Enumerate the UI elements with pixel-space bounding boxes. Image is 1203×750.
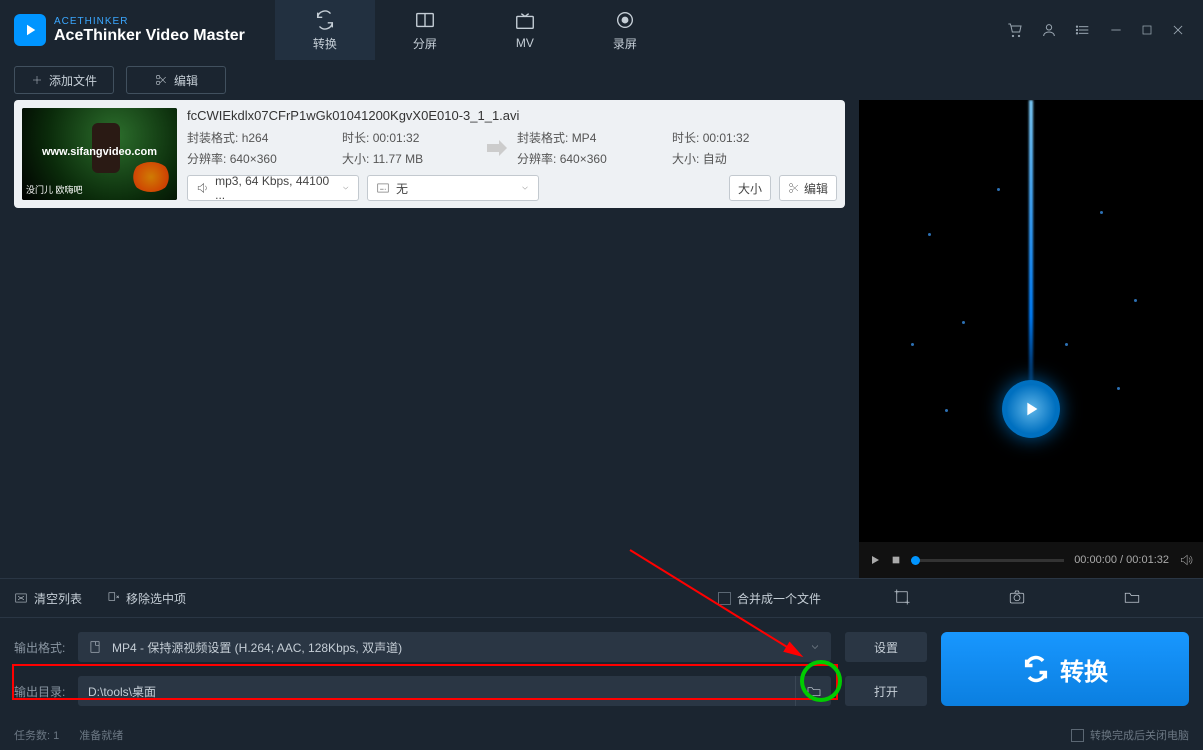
stop-button[interactable] — [891, 555, 901, 565]
mv-icon — [514, 10, 536, 32]
add-file-button[interactable]: 添加文件 — [14, 66, 114, 94]
open-folder-button[interactable] — [1123, 588, 1141, 609]
record-icon — [614, 9, 636, 31]
scissors-icon — [788, 182, 800, 194]
remove-selected-button[interactable]: 移除选中项 — [106, 590, 186, 607]
player-controls: 00:00:00 / 00:01:32 — [859, 542, 1203, 578]
tab-mv[interactable]: MV — [475, 0, 575, 60]
toolbar: 添加文件 编辑 — [0, 60, 1203, 100]
clear-list-button[interactable]: 清空列表 — [14, 590, 82, 607]
titlebar: ACETHINKER AceThinker Video Master 转换 分屏… — [0, 0, 1203, 60]
window-controls — [1007, 22, 1203, 38]
status-bar: 任务数: 1 准备就绪 转换完成后关闭电脑 — [0, 720, 1203, 750]
list-actions-bar: 清空列表 移除选中项 合并成一个文件 — [0, 578, 1203, 618]
output-dir-label: 输出目录: — [14, 683, 68, 700]
settings-button[interactable]: 设置 — [845, 632, 927, 662]
file-list: www.sifangvideo.com 没门儿 欧嗨吧 fcCWIEkdlx07… — [0, 100, 859, 578]
browse-folder-button[interactable] — [795, 676, 831, 706]
tab-record[interactable]: 录屏 — [575, 0, 675, 60]
item-edit-button[interactable]: 编辑 — [779, 175, 837, 201]
tab-split[interactable]: 分屏 — [375, 0, 475, 60]
preview-panel: 00:00:00 / 00:01:32 — [859, 100, 1203, 578]
snapshot-button[interactable] — [1008, 588, 1026, 609]
account-icon[interactable] — [1041, 22, 1057, 38]
output-dir-input[interactable]: D:\tools\桌面 — [78, 676, 831, 706]
arrow-right-icon — [485, 138, 509, 158]
progress-slider[interactable] — [911, 559, 1064, 562]
volume-button[interactable] — [1179, 553, 1193, 567]
play-orb-icon — [1002, 380, 1060, 438]
shutdown-label: 转换完成后关闭电脑 — [1090, 727, 1189, 743]
task-count-label: 任务数: 1 — [14, 727, 59, 743]
crop-tool-button[interactable] — [893, 588, 911, 609]
folder-icon — [806, 683, 822, 699]
open-output-button[interactable]: 打开 — [845, 676, 927, 706]
cart-icon[interactable] — [1007, 22, 1023, 38]
chevron-down-icon — [520, 183, 530, 193]
file-info-grid: 封装格式: h264 时长: 00:01:32 封装格式: MP4 时长: 00… — [187, 129, 837, 167]
merge-checkbox[interactable] — [718, 592, 731, 605]
shutdown-checkbox[interactable] — [1071, 729, 1084, 742]
thumbnail-watermark: www.sifangvideo.com — [22, 146, 177, 158]
brand-subtitle: ACETHINKER — [54, 16, 245, 27]
merge-label: 合并成一个文件 — [737, 590, 821, 607]
preview-tools — [845, 588, 1189, 609]
brand-title: AceThinker Video Master — [54, 27, 245, 45]
play-button[interactable] — [869, 554, 881, 566]
edit-button[interactable]: 编辑 — [126, 66, 226, 94]
audio-track-select[interactable]: mp3, 64 Kbps, 44100 ... — [187, 175, 359, 201]
file-name: fcCWIEkdlx07CFrP1wGk01041200KgvX0E010-3_… — [187, 108, 837, 123]
file-icon — [88, 640, 102, 654]
video-thumbnail[interactable]: www.sifangvideo.com 没门儿 欧嗨吧 — [22, 108, 177, 200]
convert-icon — [314, 9, 336, 31]
maximize-button[interactable] — [1141, 24, 1153, 36]
audio-icon — [196, 181, 209, 195]
thumbnail-caption: 没门儿 欧嗨吧 — [26, 183, 83, 196]
output-format-label: 输出格式: — [14, 639, 68, 656]
convert-button[interactable]: 转换 — [941, 632, 1189, 706]
output-format-select[interactable]: MP4 - 保持源视频设置 (H.264; AAC, 128Kbps, 双声道) — [78, 632, 831, 662]
split-icon — [414, 9, 436, 31]
chevron-down-icon — [341, 183, 350, 193]
menu-icon[interactable] — [1075, 22, 1091, 38]
size-button[interactable]: 大小 — [729, 175, 771, 201]
file-card[interactable]: www.sifangvideo.com 没门儿 欧嗨吧 fcCWIEkdlx07… — [14, 100, 845, 208]
subtitle-icon — [376, 181, 390, 195]
minimize-button[interactable] — [1109, 23, 1123, 37]
main-tabs: 转换 分屏 MV 录屏 — [275, 0, 675, 60]
close-button[interactable] — [1171, 23, 1185, 37]
tab-convert[interactable]: 转换 — [275, 0, 375, 60]
preview-canvas[interactable] — [859, 100, 1203, 542]
player-time: 00:00:00 / 00:01:32 — [1074, 554, 1169, 566]
status-text: 准备就绪 — [79, 727, 123, 743]
subtitle-select[interactable]: 无 — [367, 175, 539, 201]
remove-icon — [106, 591, 120, 605]
app-logo — [14, 14, 46, 46]
clear-icon — [14, 591, 28, 605]
chevron-down-icon — [809, 641, 821, 653]
